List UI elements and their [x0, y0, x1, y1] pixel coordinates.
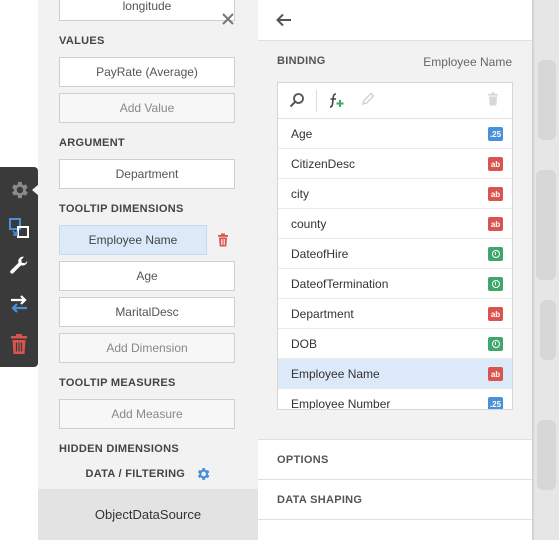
- bottom-edge: [0, 540, 559, 552]
- field-name: Employee Number: [291, 396, 391, 410]
- binding-panel-header: [258, 0, 532, 41]
- clock-icon: [491, 250, 500, 258]
- add-value-button[interactable]: Add Value: [59, 93, 235, 123]
- add-dimension-button[interactable]: Add Dimension: [59, 333, 235, 363]
- edit-icon: [361, 92, 375, 106]
- string-type-badge: ab: [488, 187, 503, 201]
- field-name: DOB: [291, 336, 318, 351]
- toolbar-separator: [316, 90, 317, 112]
- longitude-field[interactable]: longitude: [59, 0, 235, 21]
- string-type-badge: ab: [488, 217, 503, 231]
- options-header: OPTIONS: [277, 453, 329, 466]
- field-row-dateofhire[interactable]: DateofHire: [278, 239, 512, 269]
- clock-icon: [491, 340, 500, 348]
- field-row-citizendesc[interactable]: CitizenDesc ab: [278, 149, 512, 179]
- number-type-badge: .25: [488, 127, 503, 141]
- binding-value: Employee Name: [423, 55, 512, 69]
- argument-field[interactable]: Department: [59, 159, 235, 189]
- options-section[interactable]: OPTIONS: [258, 439, 532, 479]
- tooltip-dimensions-header: TOOLTIP DIMENSIONS: [59, 203, 184, 215]
- add-measure-button[interactable]: Add Measure: [59, 399, 235, 429]
- date-type-badge: [488, 337, 503, 351]
- gear-icon: [12, 181, 28, 199]
- field-row-employee-number[interactable]: Employee Number .25: [278, 389, 512, 410]
- field-name: Employee Name: [291, 366, 380, 381]
- string-type-badge: ab: [488, 307, 503, 321]
- field-name: DateofTermination: [291, 276, 389, 291]
- tooltip-dimension-age[interactable]: Age: [59, 261, 235, 291]
- settings-button[interactable]: [0, 171, 39, 209]
- field-row-department[interactable]: Department ab: [278, 299, 512, 329]
- data-filtering-label: DATA / FILTERING: [85, 468, 186, 480]
- values-header: VALUES: [59, 35, 105, 47]
- tooltip-measures-header: TOOLTIP MEASURES: [59, 377, 176, 389]
- next-section: [258, 519, 532, 540]
- tooltip-dimension-maritaldesc[interactable]: MaritalDesc: [59, 297, 235, 327]
- trash-icon: [488, 92, 498, 106]
- date-type-badge: [488, 277, 503, 291]
- field-row-city[interactable]: city ab: [278, 179, 512, 209]
- close-icon[interactable]: [221, 12, 235, 26]
- string-type-badge: ab: [488, 367, 503, 381]
- field-name: city: [291, 186, 309, 201]
- values-field[interactable]: PayRate (Average): [59, 57, 235, 87]
- wrench-icon: [10, 256, 28, 274]
- layers-icon: [9, 218, 29, 238]
- trash-icon: [11, 334, 27, 354]
- hidden-dimensions-header: HIDDEN DIMENSIONS: [59, 443, 179, 455]
- data-shaping-section[interactable]: DATA SHAPING: [258, 479, 532, 519]
- field-row-employee-name[interactable]: Employee Name ab: [278, 359, 512, 389]
- clock-icon: [491, 280, 500, 288]
- field-name: Department: [291, 306, 354, 321]
- field-list-toolbar: [278, 83, 512, 119]
- layers-button[interactable]: [0, 209, 38, 247]
- field-name: CitizenDesc: [291, 156, 356, 171]
- delete-item-button[interactable]: [0, 325, 38, 363]
- binding-header: BINDING: [277, 55, 326, 67]
- swap-icon: [11, 295, 27, 313]
- search-icon[interactable]: [289, 92, 305, 108]
- data-source-button[interactable]: ObjectDataSource: [38, 489, 258, 540]
- field-row-county[interactable]: county ab: [278, 209, 512, 239]
- data-filtering-header[interactable]: DATA / FILTERING: [38, 466, 258, 482]
- string-type-badge: ab: [488, 157, 503, 171]
- field-name: DateofHire: [291, 246, 349, 261]
- remove-dimension-icon[interactable]: [217, 233, 229, 247]
- field-row-dateoftermination[interactable]: DateofTermination: [278, 269, 512, 299]
- number-type-badge: .25: [488, 397, 503, 409]
- panel-shadow: [532, 0, 535, 540]
- binding-config-panel: longitude VALUES PayRate (Average) Add V…: [38, 0, 259, 540]
- data-shaping-header: DATA SHAPING: [277, 493, 363, 506]
- field-name: Age: [291, 126, 313, 141]
- field-list: Age .25 CitizenDesc ab city ab county ab…: [277, 82, 513, 410]
- map-background: [532, 0, 559, 540]
- argument-header: ARGUMENT: [59, 137, 125, 149]
- item-toolbar: [0, 167, 39, 367]
- gear-icon[interactable]: [195, 466, 211, 482]
- back-arrow-icon[interactable]: [276, 13, 292, 27]
- binding-panel: BINDING Employee Name Age .25 CitizenDes…: [258, 0, 532, 540]
- field-row-age[interactable]: Age .25: [278, 119, 512, 149]
- date-type-badge: [488, 247, 503, 261]
- field-name: county: [291, 216, 327, 231]
- field-row-dob[interactable]: DOB: [278, 329, 512, 359]
- wrench-button[interactable]: [0, 247, 38, 285]
- swap-button[interactable]: [0, 285, 38, 323]
- add-calculated-field-icon[interactable]: [327, 91, 345, 109]
- tooltip-dimension-employee-name[interactable]: Employee Name: [59, 225, 207, 255]
